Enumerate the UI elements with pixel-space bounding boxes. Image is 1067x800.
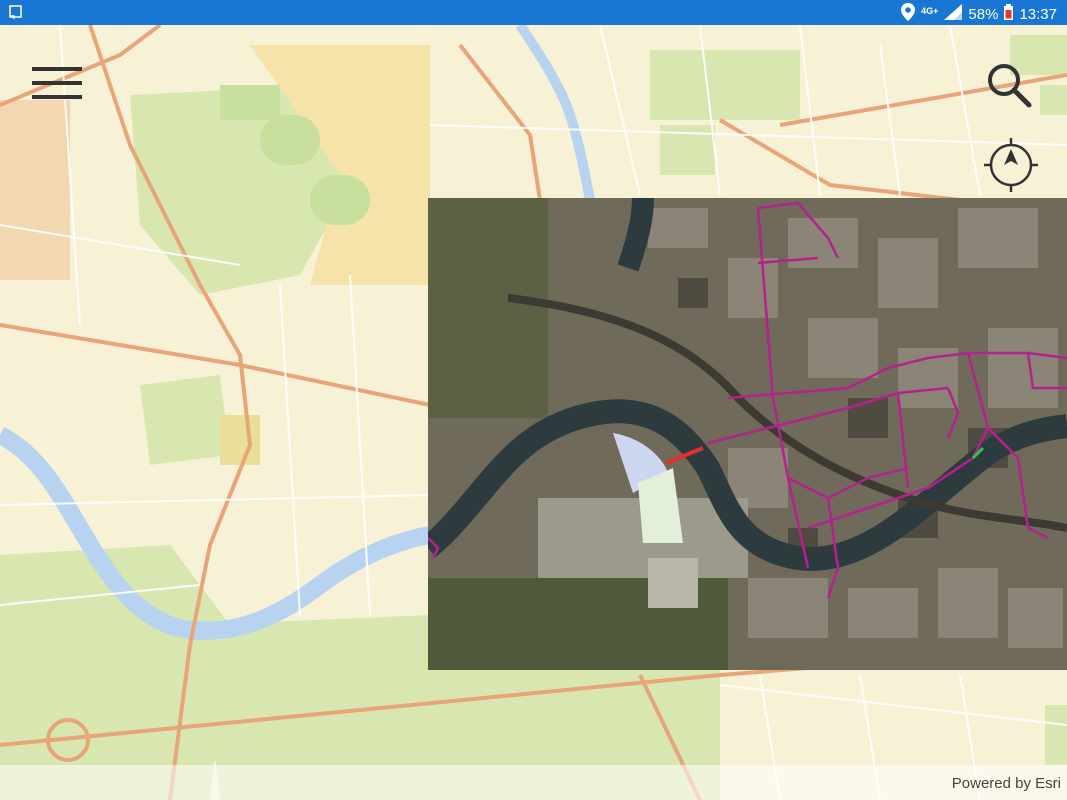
status-bar: 4G+ 58% 13:37: [0, 0, 1067, 25]
attribution-text: Powered by Esri: [951, 775, 1061, 792]
hamburger-menu-icon[interactable]: [30, 63, 84, 103]
clock: 13:37: [1019, 5, 1057, 23]
network-type: 4G+: [921, 6, 939, 16]
compass-locate-icon[interactable]: [984, 138, 1038, 192]
battery-icon: [1004, 4, 1014, 24]
signal-icon: [944, 4, 963, 24]
location-icon: [901, 3, 916, 25]
attribution-bar: Powered by Esri: [0, 765, 1067, 800]
aerial-imagery-overlay: [428, 198, 1067, 670]
search-icon[interactable]: [984, 60, 1034, 110]
map-view[interactable]: [0, 25, 1067, 800]
cast-icon: [8, 4, 24, 25]
battery-level: 58%: [968, 5, 999, 23]
